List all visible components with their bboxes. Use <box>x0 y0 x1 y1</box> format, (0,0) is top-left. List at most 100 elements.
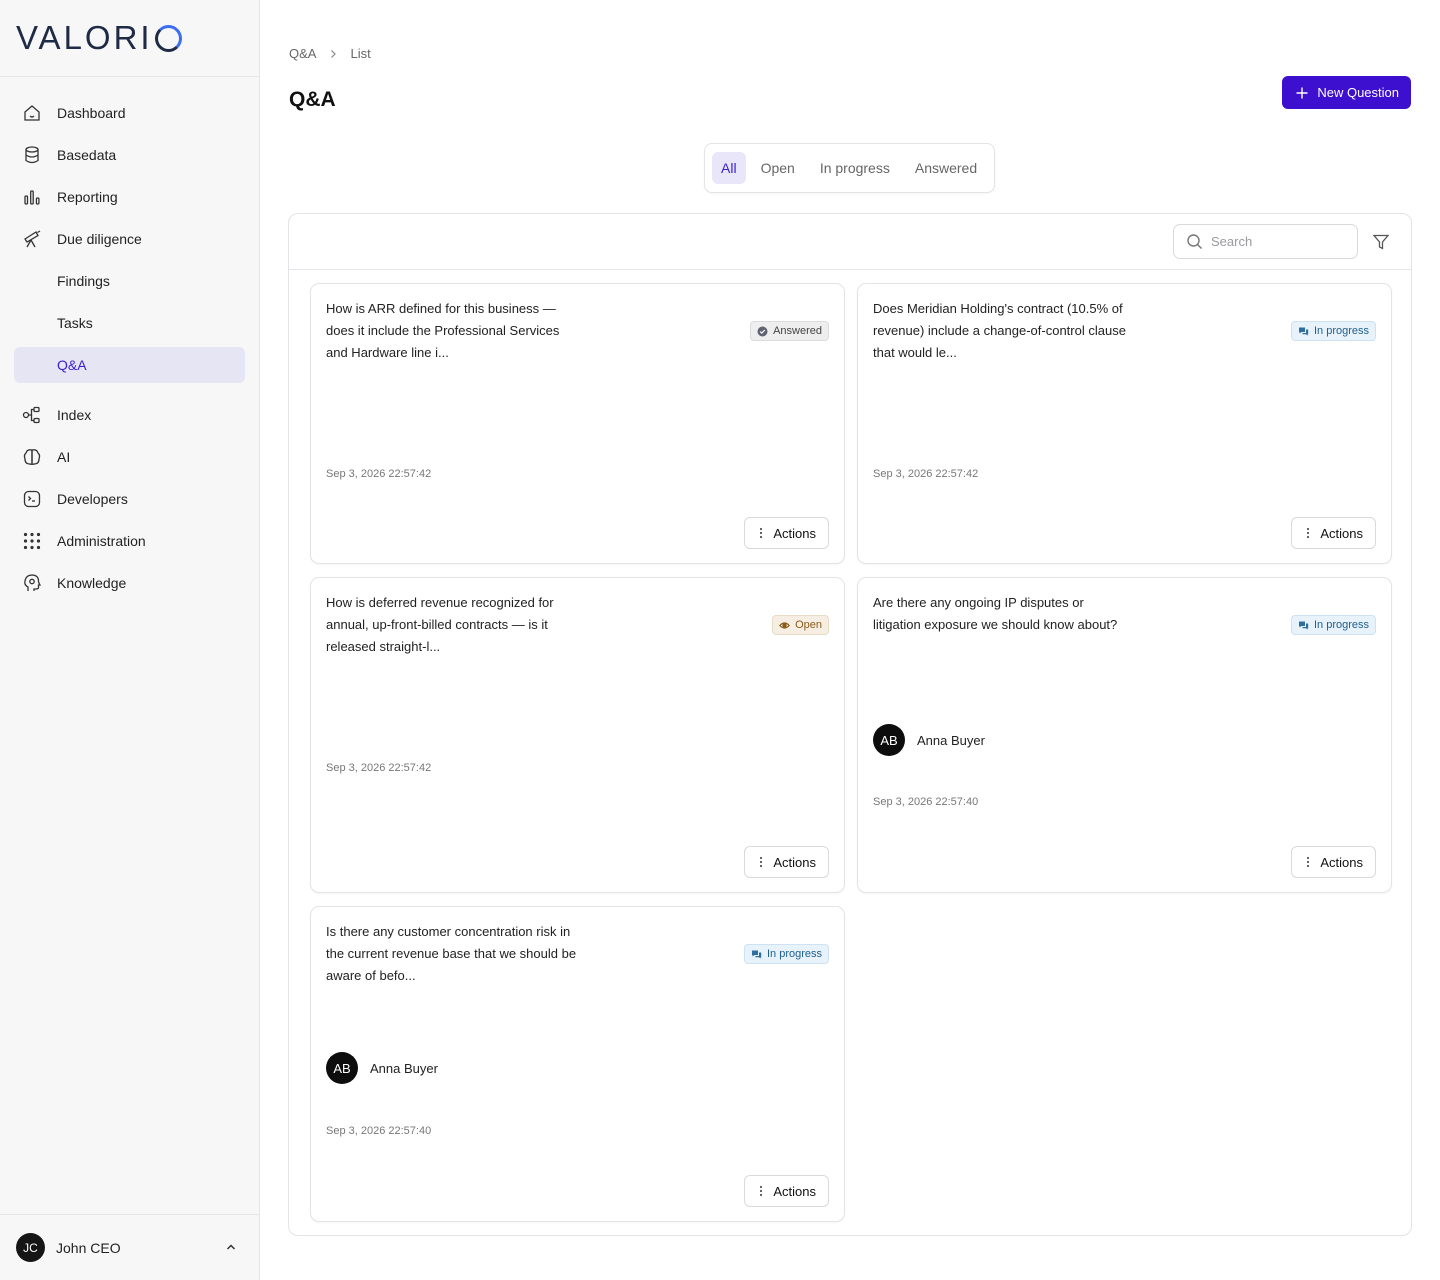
status-badge: Answered <box>750 321 829 341</box>
actions-button[interactable]: Actions <box>744 846 829 878</box>
more-vertical-icon <box>760 527 763 539</box>
assignee-name: Anna Buyer <box>370 1060 438 1076</box>
new-question-button[interactable]: New Question <box>1282 76 1411 109</box>
assignee-name: Anna Buyer <box>917 732 985 748</box>
actions-label: Actions <box>773 525 816 541</box>
question-card[interactable]: How is deferred revenue recognized for a… <box>310 577 845 893</box>
sidebar-item-ai[interactable]: AI <box>0 436 259 478</box>
telescope-icon <box>24 230 41 248</box>
status-label: In progress <box>1313 325 1369 337</box>
nodes-icon <box>22 406 40 424</box>
sidebar-item-label: Index <box>57 407 92 423</box>
chat-bubbles-icon <box>1298 327 1309 336</box>
sidebar-item-tasks[interactable]: Tasks <box>0 302 259 344</box>
sidebar: VALORI Dashboard Basedata Reporting Due … <box>0 0 260 1280</box>
chat-bubbles-icon <box>1298 621 1309 630</box>
sidebar-item-dashboard[interactable]: Dashboard <box>0 92 259 134</box>
status-badge: In progress <box>1290 615 1376 635</box>
sidebar-item-label: Reporting <box>57 189 118 205</box>
actions-button[interactable]: Actions <box>744 517 829 549</box>
tab-all[interactable]: All <box>712 152 746 184</box>
search-input[interactable] <box>1211 234 1351 249</box>
sidebar-item-label: Developers <box>57 491 128 507</box>
home-icon <box>24 105 40 121</box>
database-icon <box>25 146 39 164</box>
chat-bubbles-icon <box>751 950 762 959</box>
eye-icon <box>779 621 791 629</box>
user-menu[interactable]: JC John CEO <box>0 1214 259 1280</box>
sidebar-item-qa[interactable]: Q&A <box>14 347 245 383</box>
status-badge: In progress <box>743 944 829 964</box>
tab-in-progress[interactable]: In progress <box>810 152 900 184</box>
status-label: Open <box>795 619 822 631</box>
sidebar-item-reporting[interactable]: Reporting <box>0 176 259 218</box>
bar-chart-icon <box>24 190 40 205</box>
assignee-avatar: AB <box>326 1052 358 1084</box>
question-text: How is deferred revenue recognized for a… <box>326 595 554 654</box>
plus-icon <box>1296 87 1308 98</box>
sidebar-item-knowledge[interactable]: Knowledge <box>0 562 259 604</box>
more-vertical-icon <box>1307 527 1310 539</box>
sidebar-item-due-diligence[interactable]: Due diligence <box>0 218 259 260</box>
question-card[interactable]: Is there any customer concentration risk… <box>310 906 845 1222</box>
sidebar-item-label: Findings <box>57 273 110 289</box>
more-vertical-icon <box>760 1185 763 1197</box>
sidebar-item-administration[interactable]: Administration <box>0 520 259 562</box>
search-icon <box>1187 234 1202 249</box>
tab-open[interactable]: Open <box>751 152 805 184</box>
actions-button[interactable]: Actions <box>744 1175 829 1207</box>
more-vertical-icon <box>760 856 763 868</box>
question-date: Sep 3, 2026 22:57:42 <box>873 468 979 480</box>
chevron-up-icon[interactable] <box>225 1241 237 1253</box>
question-text: Does Meridian Holding's contract (10.5% … <box>873 301 1126 360</box>
question-text: Are there any ongoing IP disputes or lit… <box>873 595 1118 632</box>
sidebar-item-index[interactable]: Index <box>0 394 259 436</box>
grid-icon <box>23 532 41 550</box>
status-label: In progress <box>766 948 822 960</box>
actions-button[interactable]: Actions <box>1291 846 1376 878</box>
tab-answered[interactable]: Answered <box>905 152 987 184</box>
chevron-right-icon <box>331 49 337 58</box>
status-label: Answered <box>773 325 822 337</box>
filter-icon[interactable] <box>1372 233 1390 251</box>
sidebar-item-developers[interactable]: Developers <box>0 478 259 520</box>
search-box[interactable] <box>1173 224 1358 259</box>
sidebar-item-findings[interactable]: Findings <box>0 260 259 302</box>
new-question-label: New Question <box>1317 85 1399 100</box>
brain-icon <box>23 449 41 465</box>
user-avatar: JC <box>16 1233 45 1262</box>
status-badge: Open <box>772 615 829 635</box>
terminal-icon <box>23 490 41 508</box>
actions-label: Actions <box>1320 854 1363 870</box>
sidebar-item-label: AI <box>57 449 71 465</box>
logo-text: VALORI <box>16 19 153 56</box>
question-card[interactable]: Are there any ongoing IP disputes or lit… <box>857 577 1392 893</box>
question-card[interactable]: How is ARR defined for this business — d… <box>310 283 845 564</box>
logo-o-mark <box>154 24 182 52</box>
breadcrumb-current: List <box>350 46 371 61</box>
page-title: Q&A <box>289 88 336 111</box>
user-name: John CEO <box>56 1239 121 1256</box>
question-text: How is ARR defined for this business — d… <box>326 301 560 360</box>
check-circle-icon <box>757 326 768 336</box>
sidebar-item-label: Dashboard <box>57 105 126 121</box>
actions-label: Actions <box>1320 525 1363 541</box>
question-card[interactable]: Does Meridian Holding's contract (10.5% … <box>857 283 1392 564</box>
sidebar-item-label: Basedata <box>57 147 117 163</box>
sidebar-item-basedata[interactable]: Basedata <box>0 134 259 176</box>
status-badge: In progress <box>1290 321 1376 341</box>
valorio-logo[interactable]: VALORI <box>16 19 182 57</box>
sidebar-item-label: Due diligence <box>57 231 142 247</box>
breadcrumb: Q&A List <box>289 46 371 61</box>
panel-toolbar <box>289 214 1411 270</box>
assignee: AB Anna Buyer <box>326 1052 438 1084</box>
assignee-avatar: AB <box>873 724 905 756</box>
sidebar-nav: Dashboard Basedata Reporting Due diligen… <box>0 77 259 604</box>
question-text: Is there any customer concentration risk… <box>326 924 577 983</box>
breadcrumb-root[interactable]: Q&A <box>289 46 316 61</box>
actions-button[interactable]: Actions <box>1291 517 1376 549</box>
question-date: Sep 3, 2026 22:57:40 <box>873 796 979 808</box>
question-date: Sep 3, 2026 22:57:42 <box>326 762 432 774</box>
logo-area: VALORI <box>0 0 259 77</box>
question-date: Sep 3, 2026 22:57:40 <box>326 1125 432 1137</box>
